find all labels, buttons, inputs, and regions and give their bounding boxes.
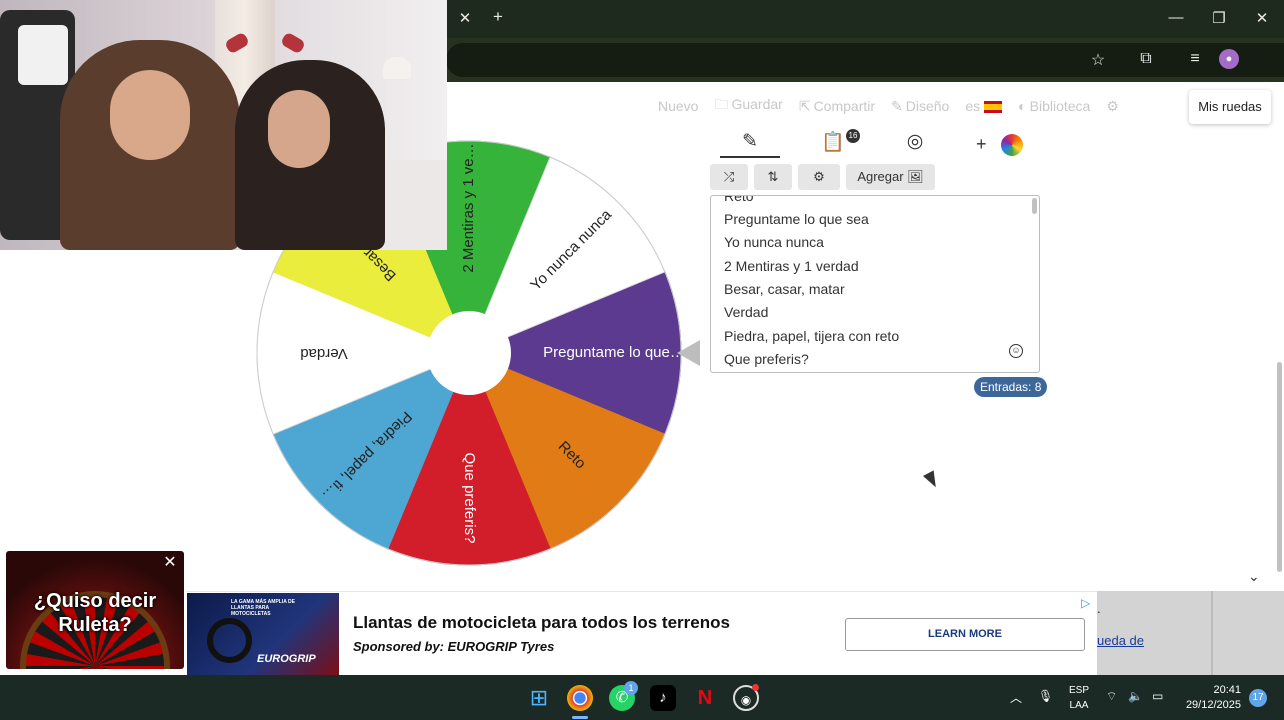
language-indicator[interactable]: ESP LAA: [1065, 683, 1093, 713]
ad-image-text: LA GAMA MÁS AMPLIA DE LLANTAS PARA MOTOC…: [231, 599, 295, 617]
clock[interactable]: 20:41 29/12/2025: [1183, 683, 1241, 713]
wheel-link[interactable]: ueda de: [1097, 633, 1144, 648]
ad-brand-logo: EUROGRIP: [257, 653, 316, 665]
notification-badge[interactable]: 17: [1249, 689, 1267, 707]
ad-choices-icon[interactable]: ▷: [1081, 596, 1090, 610]
webcam-lamp: [383, 57, 411, 79]
battery-icon[interactable]: ▭: [1152, 689, 1163, 703]
ad-banner[interactable]: LA GAMA MÁS AMPLIA DE LLANTAS PARA MOTOC…: [186, 591, 1097, 675]
roulette-promo[interactable]: ¿Quiso decir Ruleta? ✕: [6, 551, 184, 669]
active-app-indicator: [572, 716, 588, 719]
layout-code: LAA: [1069, 700, 1089, 711]
volume-icon[interactable]: 🔈: [1128, 689, 1143, 703]
ad-side-dot: .: [1097, 601, 1101, 616]
promo-text: ¿Quiso decir Ruleta?: [6, 589, 184, 637]
language-code: ESP: [1068, 685, 1089, 696]
tiktok-icon[interactable]: ♪: [650, 685, 676, 711]
ad-image: LA GAMA MÁS AMPLIA DE LLANTAS PARA MOTOC…: [187, 593, 339, 675]
ad-sponsor: Sponsored by: EUROGRIP Tyres: [353, 639, 555, 654]
webcam-overlay: [0, 0, 447, 250]
whatsapp-badge: 1: [624, 681, 638, 695]
recording-dot: [752, 684, 759, 691]
webcam-person-1-face: [110, 70, 190, 160]
screen: ✕ + — ❐ ✕ ☆ ⧉ ≡ ● Nuevo 🗀 Guardar ⇱ Compar…: [0, 0, 1284, 720]
clock-date: 29/12/2025: [1185, 699, 1241, 711]
wifi-icon[interactable]: ⌔: [1106, 689, 1117, 704]
chrome-icon[interactable]: [567, 685, 593, 711]
windows-start-icon[interactable]: ⊞: [526, 685, 552, 711]
divider: [1211, 591, 1213, 675]
wheel-segment-label: 2 Mentiras y 1 ve…: [460, 143, 477, 272]
wheel-segment-label: Que preferis?: [461, 453, 478, 544]
taskbar: ⊞ ✆ 1 ♪ N ◉ ︿ 🎙 ESP LAA ⌔ 🔈 ▭ 20:41 29/1…: [0, 675, 1284, 720]
clock-time: 20:41: [1213, 684, 1241, 696]
webcam-chair-panel: [18, 25, 68, 85]
wheel-segment-label: Preguntame lo que…: [543, 344, 685, 361]
ad-title: Llantas de motocicleta para todos los te…: [353, 613, 730, 632]
tray-chevron-icon[interactable]: ︿: [1010, 689, 1022, 706]
close-icon[interactable]: ✕: [161, 554, 179, 572]
wheel-hub[interactable]: [427, 311, 511, 395]
microphone-icon[interactable]: 🎙: [1038, 689, 1053, 703]
promo-line-2: Ruleta?: [58, 614, 132, 636]
promo-line-1: ¿Quiso decir: [33, 590, 157, 612]
learn-more-button[interactable]: LEARN MORE: [845, 618, 1085, 651]
wheel-segment-label: Verdad: [300, 345, 348, 362]
webcam-person-2-face: [268, 90, 330, 168]
netflix-icon[interactable]: N: [692, 685, 718, 711]
motorcycle-icon: [207, 618, 252, 663]
ad-side-panel: . ueda de: [1097, 591, 1284, 675]
